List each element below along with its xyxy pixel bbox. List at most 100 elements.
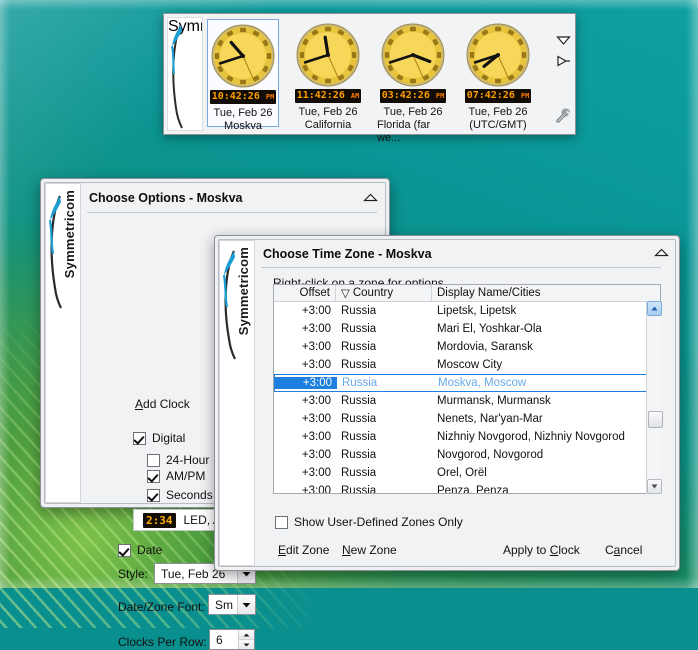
- cell-display-name: Nenets, Nar'yan-Mar: [437, 413, 543, 425]
- choose-timezone-dialog: Symmetricom Choose Time Zone - Moskva Ri…: [214, 235, 680, 571]
- seconds-checkbox-box[interactable]: [147, 488, 160, 502]
- cell-offset: +3:00: [301, 485, 331, 494]
- cell-offset: +3:00: [301, 305, 331, 317]
- cell-country: Russia: [341, 323, 377, 335]
- show-user-defined-checkbox-box[interactable]: [275, 515, 288, 529]
- checkbox-digital[interactable]: Digital: [133, 431, 185, 445]
- checkbox-show-user-defined[interactable]: Show User-Defined Zones Only: [275, 515, 463, 529]
- ampm-checkbox-box[interactable]: [147, 469, 160, 483]
- table-row[interactable]: +3:00 Russia Moskva, Moscow: [274, 374, 660, 392]
- brand-name-timezone: Symmetricom: [236, 247, 251, 336]
- column-header-offset[interactable]: Offset: [274, 285, 336, 301]
- table-header-row: Offset ▽ Country Display Name/Cities: [274, 285, 660, 302]
- world-clock-toolbar: Symmetricom 10:42:26 PMTue, Feb 26Moskva…: [163, 13, 576, 144]
- collapse-arrow-icon[interactable]: [556, 32, 571, 50]
- ampm-label: AM/PM: [166, 469, 206, 483]
- cell-country: Russia: [341, 467, 377, 479]
- clock-cell[interactable]: 03:42:26 PM Tue, Feb 26 Florida (far we...: [377, 19, 449, 144]
- clock-cell[interactable]: 11:42:26 AM Tue, Feb 26 California: [292, 19, 364, 131]
- digital-label: Digital: [152, 431, 186, 445]
- scroll-up-icon[interactable]: [647, 301, 662, 316]
- clock-date: Tue, Feb 26: [298, 106, 358, 118]
- column-header-country[interactable]: ▽ Country: [336, 285, 432, 301]
- digital-clock-readout: 11:42:26 AM: [294, 89, 362, 103]
- table-row[interactable]: +3:00 Russia Lipetsk, Lipetsk: [274, 302, 660, 320]
- cell-country: Russia: [341, 413, 377, 425]
- table-row[interactable]: +3:00 Russia Mari El, Yoshkar-Ola: [274, 320, 660, 338]
- table-row[interactable]: +3:00 Russia Nenets, Nar'yan-Mar: [274, 410, 660, 428]
- cell-offset: +3:00: [301, 395, 331, 407]
- checkbox-seconds[interactable]: Seconds: [147, 488, 213, 502]
- checkbox-date[interactable]: Date: [118, 543, 162, 557]
- cell-display-name: Mordovia, Saransk: [437, 341, 533, 353]
- cell-country: Russia: [342, 377, 378, 389]
- table-row[interactable]: +3:00 Russia Moscow City: [274, 356, 660, 374]
- font-combo[interactable]: Sm: [208, 594, 256, 615]
- cell-display-name: Nizhniy Novgorod, Nizhniy Novgorod: [437, 431, 625, 443]
- cell-display-name: Murmansk, Murmansk: [437, 395, 551, 407]
- cell-offset: +3:00: [301, 341, 331, 353]
- font-combo-value: Sm: [215, 597, 233, 612]
- title-divider: [261, 267, 661, 268]
- timezone-scrollbar[interactable]: [646, 301, 663, 494]
- button-edit-zone[interactable]: Edit Zone: [278, 543, 329, 557]
- button-apply-to-clock[interactable]: Apply to Clock: [503, 543, 580, 557]
- wrench-icon[interactable]: [555, 107, 571, 128]
- cell-display-name: Penza, Penza: [437, 485, 509, 494]
- analog-clock-face: [295, 22, 361, 88]
- clock-cell[interactable]: 07:42:26 PM Tue, Feb 26 (UTC/GMT): [462, 19, 534, 131]
- clock-cell[interactable]: 10:42:26 PM Tue, Feb 26 Moskva: [207, 19, 279, 132]
- column-header-country-label: Country: [352, 287, 394, 299]
- checkbox-ampm[interactable]: AM/PM: [147, 469, 205, 483]
- column-header-display-name[interactable]: Display Name/Cities: [432, 285, 660, 301]
- scroll-down-icon[interactable]: [647, 479, 662, 494]
- table-row[interactable]: +3:00 Russia Nizhniy Novgorod, Nizhniy Nov…: [274, 428, 660, 446]
- brand-name-options: Symmetricom: [62, 190, 77, 279]
- cell-offset: +3:00: [301, 413, 331, 425]
- cell-display-name: Orel, Orël: [437, 467, 487, 479]
- chevron-down-icon[interactable]: [237, 595, 255, 614]
- cell-offset: +3:00: [301, 323, 331, 335]
- play-arrow-icon[interactable]: [556, 54, 571, 72]
- timezone-table[interactable]: Offset ▽ Country Display Name/Cities +3:…: [273, 284, 661, 494]
- clock-zone-name: Moskva: [224, 120, 262, 132]
- cell-display-name: Lipetsk, Lipetsk: [437, 305, 517, 317]
- clock-zone-name: Florida (far we...: [377, 119, 431, 144]
- clocks-per-row-stepper[interactable]: 6: [209, 629, 255, 650]
- cell-display-name: Mari El, Yoshkar-Ola: [437, 323, 542, 335]
- title-divider: [87, 212, 377, 213]
- 24hour-label: 24-Hour: [166, 453, 210, 467]
- table-row[interactable]: +3:00 Russia Murmansk, Murmansk: [274, 392, 660, 410]
- cell-country: Russia: [341, 341, 377, 353]
- cell-country: Russia: [341, 449, 377, 461]
- 24hour-checkbox-box[interactable]: [147, 453, 160, 467]
- timezone-dialog-title: Choose Time Zone - Moskva: [263, 247, 432, 261]
- digital-checkbox-box[interactable]: [133, 431, 146, 445]
- table-row[interactable]: +3:00 Russia Novgorod, Novgorod: [274, 446, 660, 464]
- button-new-zone[interactable]: New Zone: [342, 543, 397, 557]
- timezone-collapse-icon[interactable]: [654, 248, 670, 262]
- stepper-down-icon[interactable]: [239, 640, 254, 649]
- cell-display-name: Moscow City: [437, 359, 503, 371]
- clocks-per-row-label: Clocks Per Row:: [118, 635, 207, 649]
- checkbox-24hour[interactable]: 24-Hour: [147, 453, 209, 467]
- cell-offset: +3:00: [301, 359, 331, 371]
- table-row[interactable]: +3:00 Russia Penza, Penza: [274, 482, 660, 494]
- button-cancel[interactable]: Cancel: [605, 543, 642, 557]
- menu-add-clock[interactable]: Add Clock: [135, 397, 190, 411]
- style-label: Style:: [118, 567, 149, 581]
- table-row[interactable]: +3:00 Russia Mordovia, Saransk: [274, 338, 660, 356]
- date-checkbox-box[interactable]: [118, 543, 131, 557]
- stepper-buttons[interactable]: [238, 630, 254, 649]
- led-chip: 2:34: [143, 512, 176, 528]
- scrollbar-thumb[interactable]: [648, 411, 663, 428]
- options-collapse-icon[interactable]: [363, 193, 379, 207]
- show-user-defined-label: Show User-Defined Zones Only: [294, 515, 463, 529]
- sort-descending-icon: ▽: [341, 288, 350, 300]
- table-row[interactable]: +3:00 Russia Orel, Orël: [274, 464, 660, 482]
- cell-offset: +3:00: [301, 467, 331, 479]
- cell-display-name: Novgorod, Novgorod: [437, 449, 544, 461]
- analog-clock-face: [380, 22, 446, 88]
- cell-country: Russia: [341, 395, 377, 407]
- stepper-up-icon[interactable]: [239, 630, 254, 640]
